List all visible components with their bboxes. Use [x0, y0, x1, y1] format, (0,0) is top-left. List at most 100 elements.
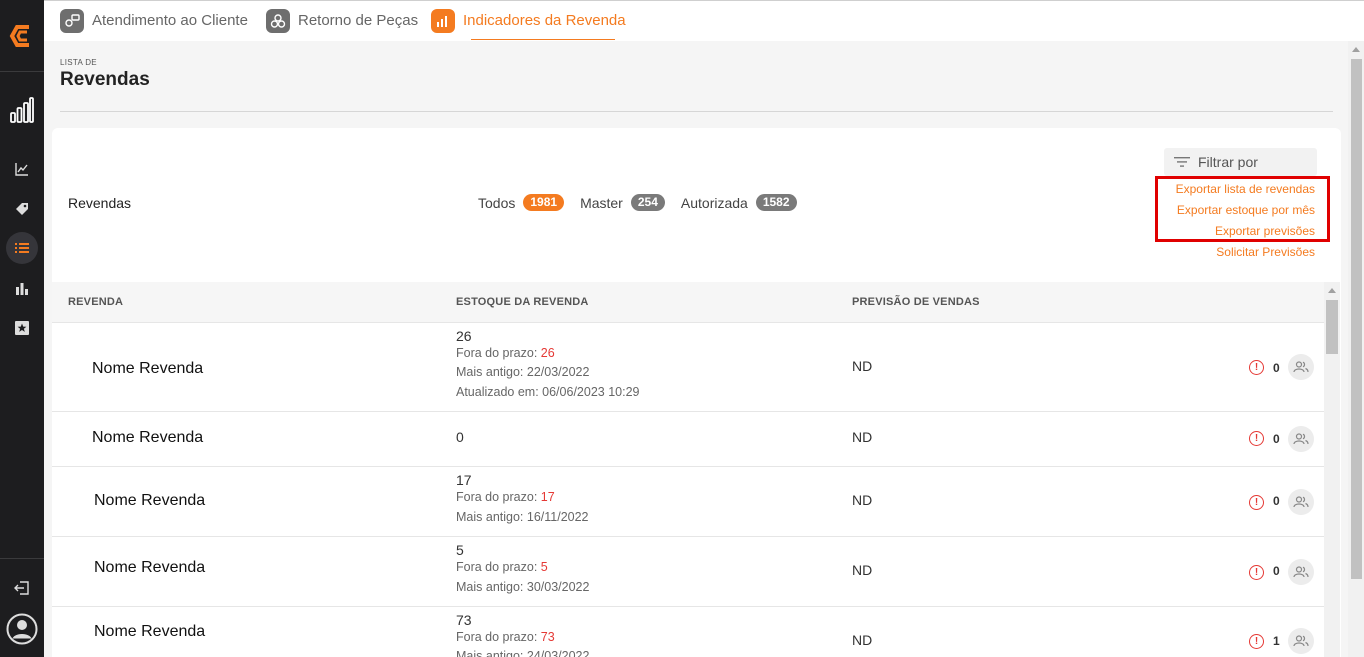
filter-autorizada[interactable]: Autorizada 1582 — [681, 194, 797, 211]
late-stock: Fora do prazo: 26 — [456, 346, 555, 360]
oldest-date: Mais antigo: 16/11/2022 — [456, 510, 589, 524]
table-header — [52, 282, 1324, 322]
users-button[interactable] — [1288, 628, 1314, 654]
section-title: Revendas — [68, 195, 132, 211]
users-button[interactable] — [1288, 354, 1314, 380]
stock-quantity: 5 — [456, 542, 464, 558]
reseller-name[interactable]: Nome Revenda — [92, 360, 203, 378]
scrollbar-thumb[interactable] — [1351, 59, 1362, 579]
tab-label: Indicadores da Revenda — [463, 12, 626, 29]
row-divider — [52, 536, 1324, 537]
count-badge: 1582 — [755, 194, 797, 211]
sidebar-logout[interactable] — [0, 579, 44, 597]
stock-quantity: 17 — [456, 472, 472, 488]
tab-label: Retorno de Peças — [298, 12, 419, 29]
export-list-link[interactable]: Exportar lista de revendas — [1176, 182, 1315, 196]
stock-quantity: 26 — [456, 328, 472, 344]
oldest-date: Mais antigo: 22/03/2022 — [456, 365, 590, 379]
users-button[interactable] — [1288, 489, 1314, 515]
column-header-estoque[interactable]: ESTOQUE DA REVENDA — [456, 296, 589, 308]
tab-retorno[interactable]: Retorno de Peças — [266, 0, 418, 41]
scrollbar-thumb[interactable] — [1326, 300, 1338, 354]
count-badge: 1981 — [523, 194, 565, 211]
users-button[interactable] — [1288, 426, 1314, 452]
oldest-date: Mais antigo: 24/03/2022 — [456, 649, 590, 657]
stock-quantity: 0 — [456, 429, 464, 445]
table-scrollbar[interactable] — [1324, 282, 1340, 657]
filter-label: Master — [580, 194, 623, 211]
star-icon — [15, 321, 29, 335]
sidebar-tags[interactable] — [0, 200, 44, 218]
filter-icon — [1174, 157, 1190, 167]
late-stock: Fora do prazo: 17 — [456, 490, 555, 504]
reseller-name[interactable]: Nome Revenda — [94, 559, 205, 577]
row-divider — [52, 466, 1324, 467]
header-divider — [60, 111, 1333, 112]
export-forecasts-link[interactable]: Exportar previsões — [1215, 224, 1315, 238]
users-icon — [1293, 566, 1309, 578]
type-filters: Todos 1981 Master 254 Autorizada 1582 — [478, 194, 813, 211]
list-icon — [15, 243, 29, 253]
row-divider — [52, 606, 1324, 607]
updated-at: Atualizado em: 06/06/2023 10:29 — [456, 385, 640, 399]
logo-icon — [9, 24, 29, 47]
sidebar-favorites[interactable] — [0, 319, 44, 337]
alert-count: 1 — [1273, 634, 1280, 648]
sidebar-list[interactable] — [0, 239, 44, 257]
users-button[interactable] — [1288, 559, 1314, 585]
sidebar-user[interactable] — [0, 612, 44, 646]
page-title: Revendas — [60, 69, 150, 90]
late-stock: Fora do prazo: 73 — [456, 630, 555, 644]
page-subtitle: LISTA DE — [60, 58, 97, 67]
export-stock-link[interactable]: Exportar estoque por mês — [1177, 203, 1315, 217]
scroll-up-icon[interactable] — [1328, 288, 1336, 293]
filter-todos[interactable]: Todos 1981 — [478, 194, 565, 211]
line-chart-icon — [15, 163, 28, 176]
alert-icon: ! — [1249, 565, 1264, 580]
tag-icon — [16, 203, 28, 215]
alert-icon: ! — [1249, 634, 1264, 649]
column-chart-icon — [16, 283, 28, 295]
reseller-name[interactable]: Nome Revenda — [94, 492, 205, 510]
sidebar-reports[interactable] — [0, 279, 44, 297]
user-avatar-icon — [6, 613, 38, 645]
alert-count: 0 — [1273, 564, 1280, 578]
column-header-revenda[interactable]: REVENDA — [68, 296, 123, 308]
logo[interactable] — [0, 0, 44, 72]
row-divider — [52, 411, 1324, 412]
row-divider — [52, 322, 1324, 323]
logout-icon — [14, 581, 29, 595]
reseller-name[interactable]: Nome Revenda — [94, 623, 205, 641]
users-icon — [1293, 496, 1309, 508]
tab-indicadores[interactable]: Indicadores da Revenda — [431, 0, 626, 41]
sales-forecast: ND — [852, 429, 873, 445]
parts-return-icon — [266, 8, 290, 33]
reseller-name[interactable]: Nome Revenda — [92, 429, 203, 447]
filter-dropdown[interactable]: Filtrar por — [1164, 148, 1317, 176]
users-icon — [1293, 433, 1309, 445]
request-forecasts-link[interactable]: Solicitar Previsões — [1216, 245, 1315, 259]
alert-icon: ! — [1249, 360, 1264, 375]
alert-icon: ! — [1249, 495, 1264, 510]
sales-forecast: ND — [852, 492, 873, 508]
filter-label: Filtrar por — [1198, 154, 1258, 170]
stock-quantity: 73 — [456, 612, 472, 628]
bar-chart-icon — [431, 8, 455, 33]
customer-service-icon — [60, 8, 84, 33]
scroll-up-icon[interactable] — [1352, 47, 1360, 52]
bar-chart-icon — [10, 97, 34, 123]
sidebar-dashboard[interactable] — [0, 94, 44, 126]
active-tab-underline — [471, 39, 615, 40]
filter-label: Todos — [478, 194, 516, 211]
oldest-date: Mais antigo: 30/03/2022 — [456, 580, 590, 594]
sidebar-trends[interactable] — [0, 160, 44, 178]
tab-atendimento[interactable]: Atendimento ao Cliente — [60, 0, 248, 41]
alert-count: 0 — [1273, 361, 1280, 375]
sidebar-divider — [0, 558, 44, 559]
column-header-previsao[interactable]: PREVISÃO DE VENDAS — [852, 296, 980, 308]
alert-count: 0 — [1273, 494, 1280, 508]
sales-forecast: ND — [852, 358, 873, 374]
users-icon — [1293, 635, 1309, 647]
page-scrollbar[interactable] — [1348, 41, 1364, 657]
filter-master[interactable]: Master 254 — [580, 194, 665, 211]
